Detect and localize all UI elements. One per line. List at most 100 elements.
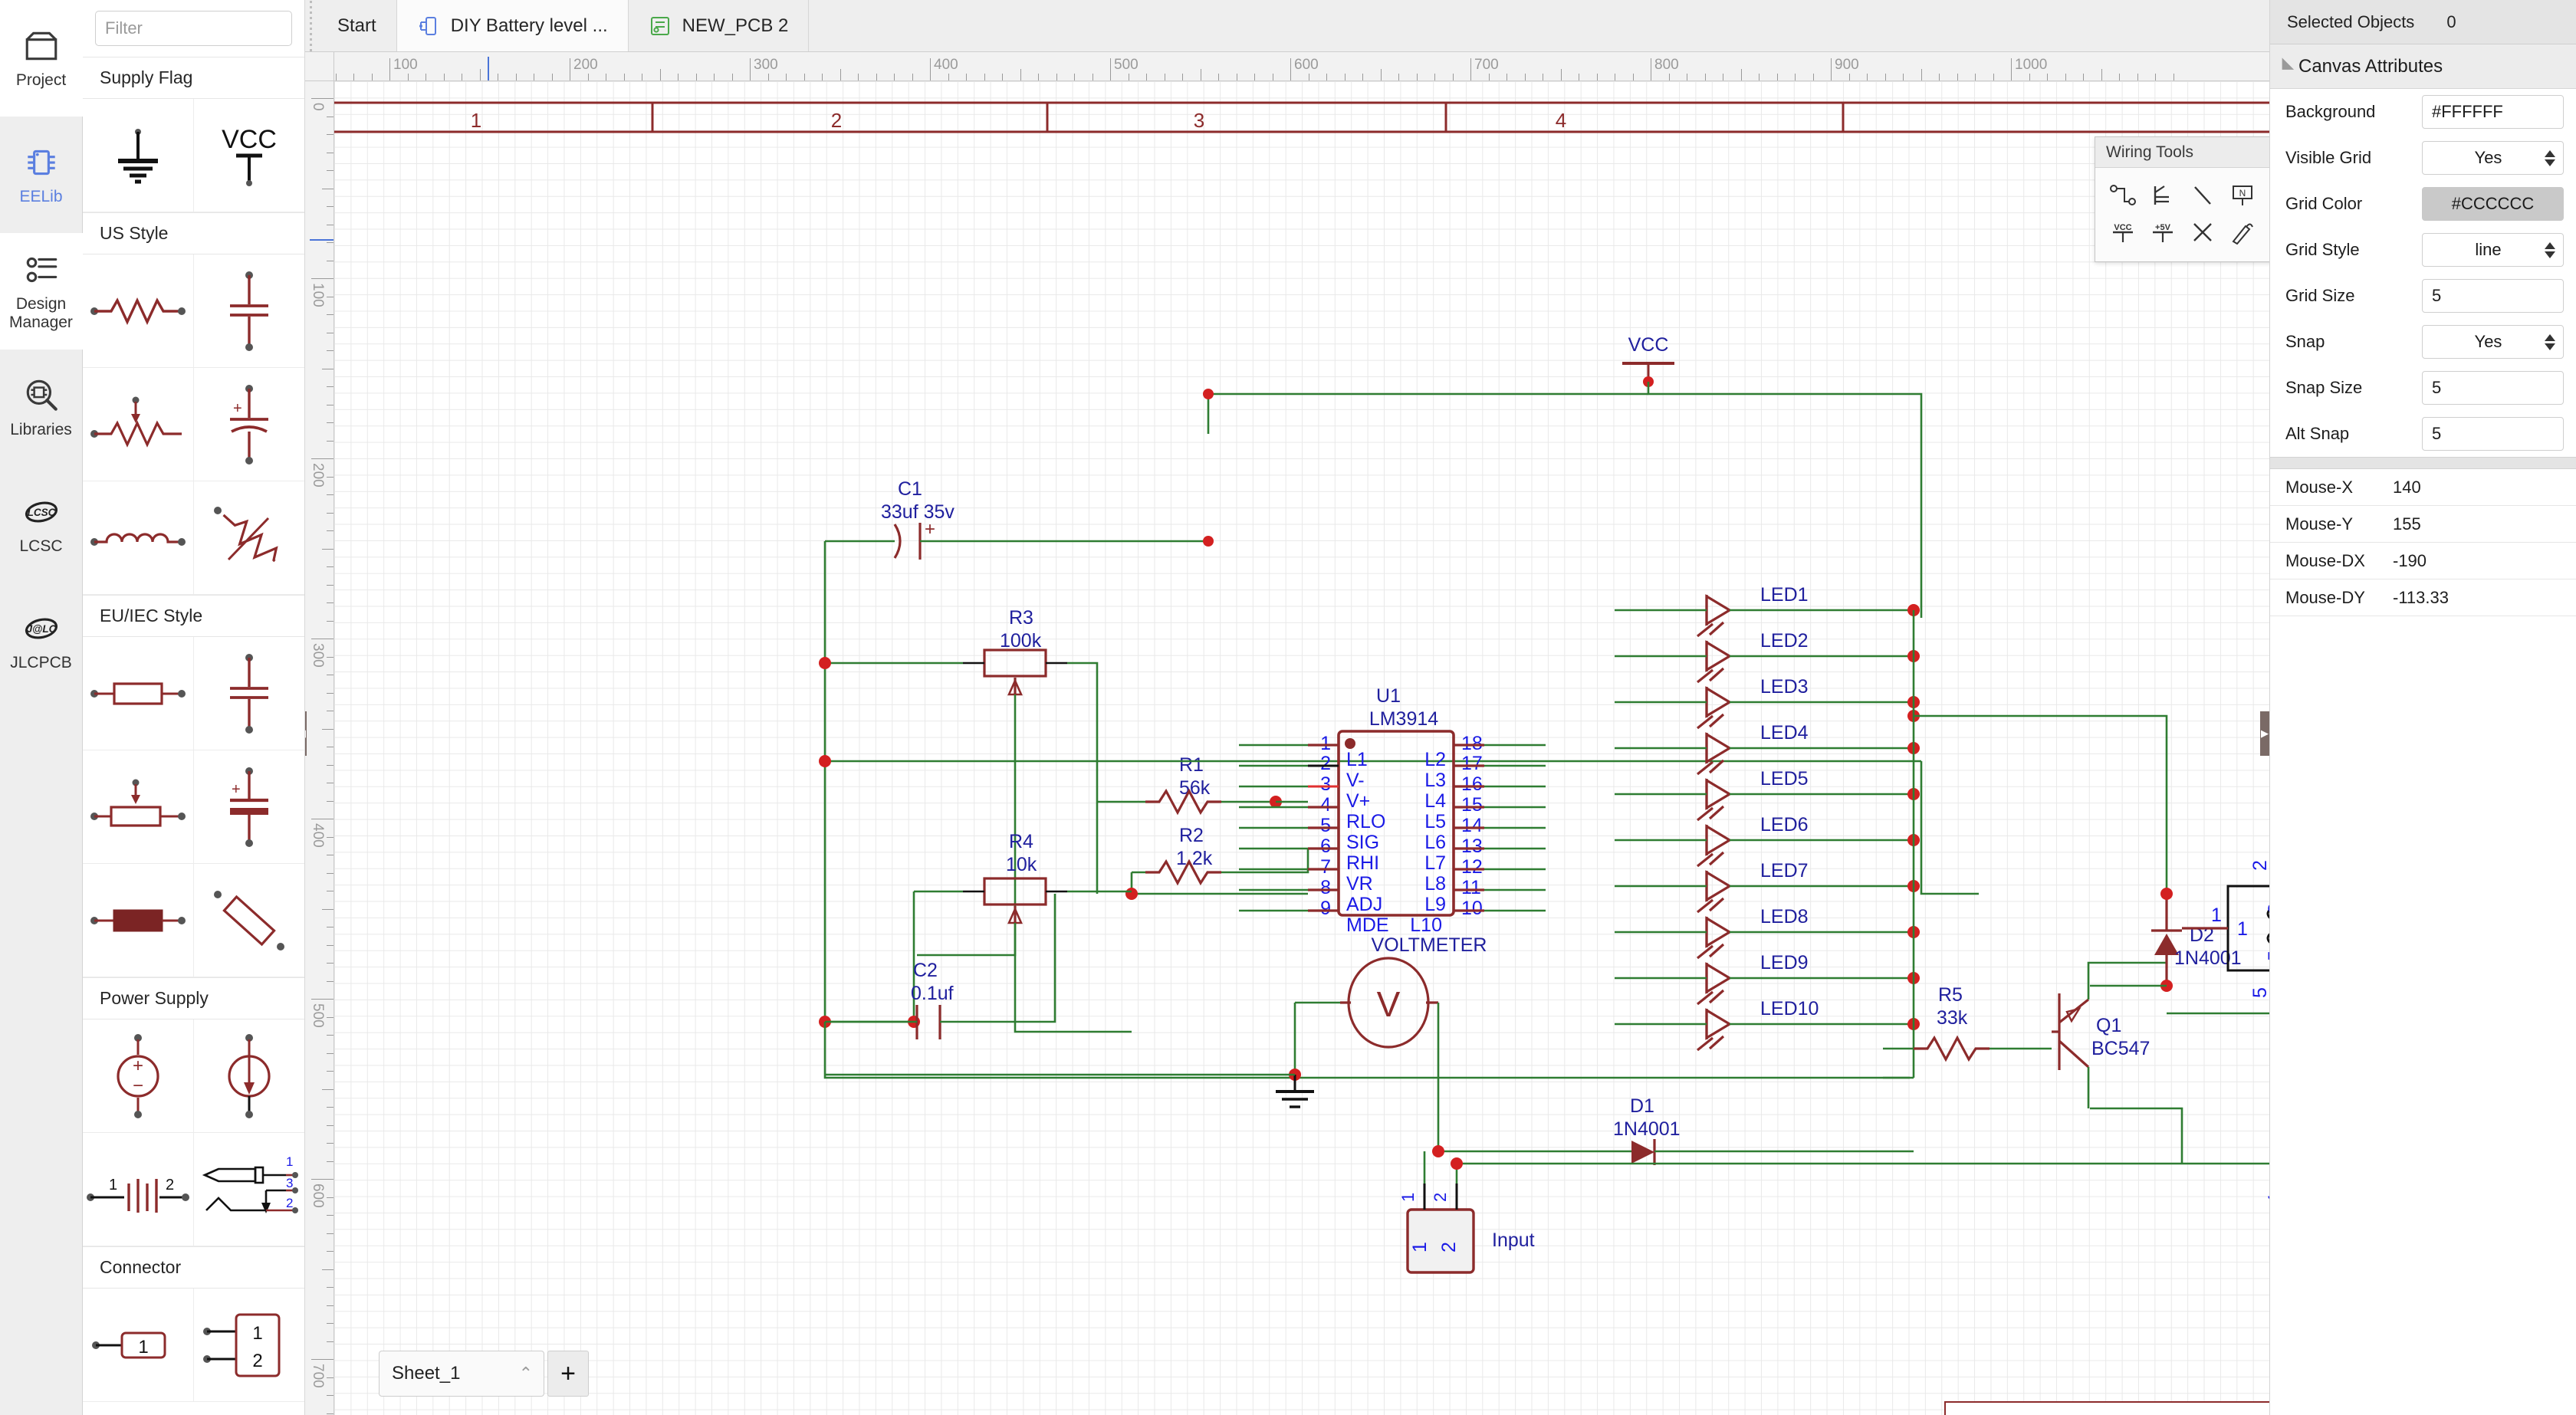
tab-start[interactable]: Start [317,0,397,51]
attr-label: Grid Color [2285,194,2363,213]
chevron-up-icon[interactable]: ⌃ [519,1364,533,1384]
grid-style-select[interactable]: line [2422,233,2564,267]
library-section-header: Power Supply [83,977,304,1019]
bus-tool-button[interactable] [2143,177,2183,214]
bottom-frame-band [1944,1401,2269,1415]
ruler-label: 500 [1114,57,1138,73]
vertical-ruler[interactable]: 0 100 200 300 400 500 600 700 [305,81,334,1415]
sidebar-item-eelib[interactable]: EELib [0,117,83,233]
spinner-icon[interactable] [2545,149,2555,166]
library-item-potentiometer-eu[interactable] [83,750,194,864]
bus-entry-tool-button[interactable] [2183,177,2223,214]
ruler-minor-tick [1488,74,1490,80]
pin-tool-button[interactable]: 1 1 [2262,214,2269,251]
netlabel-tool-button[interactable]: N [2223,177,2262,214]
library-item-varistor-us[interactable] [193,481,304,595]
library-item-potentiometer-us[interactable] [83,368,194,481]
svg-text:VR: VR [1346,873,1373,895]
ruler-minor-tick [327,1377,334,1378]
library-item-resistor-us[interactable] [83,254,194,368]
tab-pcb[interactable]: NEW_PCB 2 [628,0,810,51]
wiring-tools-panel[interactable]: Wiring Tools — [2095,136,2269,262]
library-item-battery-cell[interactable]: 1 2 [83,1133,194,1246]
library-item-thermistor-eu[interactable] [193,864,304,977]
svg-text:+5V: +5V [2155,223,2171,232]
svg-text:11: 11 [1461,877,1481,898]
sidebar-item-design-manager[interactable]: Design Manager [0,233,83,350]
jlc-logo-icon: J@LC [25,618,58,639]
probe-tool-button[interactable] [2223,214,2262,251]
svg-text:V+: V+ [1346,790,1370,812]
vcc-flag-tool-button[interactable]: VCC [2103,214,2143,251]
search-input[interactable] [95,11,292,46]
alt-snap-field[interactable]: 5 [2422,417,2564,451]
grid-size-field[interactable]: 5 [2422,279,2564,313]
horizontal-ruler[interactable]: 100 200 300 400 500 600 700 800 900 1000 [305,52,2269,81]
ground-tool-button[interactable] [2262,177,2269,214]
schematic-sheet[interactable]: .w { stroke:#2f7d32; stroke-width:2.6; f… [334,81,2269,1415]
ruler-minor-tick [327,1215,334,1216]
sheet-selector[interactable]: Sheet_1 ⌃ [379,1351,544,1397]
ruler-minor-tick [1776,74,1778,80]
capacitor-us-icon [229,271,268,351]
library-item-current-source[interactable] [193,1019,304,1133]
library-item-resistor-filled-eu[interactable] [83,864,194,977]
library-item-capacitor-polar-us[interactable]: + [193,368,304,481]
svg-text:LED1: LED1 [1760,584,1809,606]
svg-text:L8: L8 [1424,873,1446,895]
ruler-minor-tick [1524,74,1526,80]
background-color-field[interactable]: #FFFFFF [2422,95,2564,129]
library-item-connector-2pin[interactable]: 1 2 [193,1289,304,1402]
sidebar-item-label: Design Manager [9,295,73,331]
svg-text:LED5: LED5 [1760,768,1809,790]
sidebar-item-jlcpcb[interactable]: J@LC JLCPCB [0,583,83,699]
library-grid-supply-flag: VCC [83,99,304,212]
library-section-header: EU/IEC Style [83,595,304,637]
collapse-triangle-icon[interactable] [2275,57,2295,76]
spinner-icon[interactable] [2545,241,2555,258]
wire-icon [2110,185,2136,205]
snap-size-field[interactable]: 5 [2422,371,2564,405]
library-item-capacitor-us[interactable] [193,254,304,368]
library-item-ground[interactable] [83,99,194,212]
sidebar-item-libraries[interactable]: Libraries [0,350,83,466]
add-sheet-button[interactable]: + [547,1351,589,1397]
selected-objects-row: Selected Objects 0 [2270,0,2576,44]
wiring-tools-header[interactable]: Wiring Tools — [2095,137,2269,168]
svg-text:15: 15 [1461,794,1483,816]
library-item-capacitor-polar-eu[interactable]: + [193,750,304,864]
wire-tool-button[interactable] [2103,177,2143,214]
spinner-icon[interactable] [2545,333,2555,350]
svg-text:2: 2 [252,1351,262,1371]
tab-schematic[interactable]: DIY Battery level ... [396,0,629,51]
library-item-inductor-us[interactable] [83,481,194,595]
ruler-minor-tick [327,620,334,622]
tab-label: DIY Battery level ... [450,15,608,36]
no-connect-tool-button[interactable] [2183,214,2223,251]
svg-text:R5: R5 [1938,984,1963,1006]
svg-text:L5: L5 [1424,811,1446,832]
library-item-resistor-eu[interactable] [83,637,194,750]
snap-select[interactable]: Yes [2422,325,2564,359]
sidebar-item-lcsc[interactable]: LCSC LCSC [0,466,83,583]
canvas-attributes-header[interactable]: Canvas Attributes [2270,44,2576,89]
plus5v-flag-tool-button[interactable]: +5V [2143,214,2183,251]
ruler-minor-tick [327,170,334,171]
ruler-minor-tick [2065,74,2066,80]
library-item-connector-1pin[interactable]: 1 [83,1289,194,1402]
tab-label: NEW_PCB 2 [682,15,789,36]
library-item-capacitor-eu[interactable] [193,637,304,750]
right-panel-collapse-handle[interactable]: ▶ [2260,711,2269,756]
left-panel-collapse-handle[interactable]: ◀ [305,711,307,756]
library-item-transformer-tap[interactable]: 1 3 2 [193,1133,304,1246]
svg-text:+: + [233,400,242,417]
library-item-voltage-source[interactable]: + − [83,1019,194,1133]
visible-grid-select[interactable]: Yes [2422,141,2564,175]
grid-color-field[interactable]: #CCCCCC [2422,187,2564,221]
sidebar-item-label: Libraries [10,421,72,439]
ruler-minor-tick [551,74,553,80]
library-item-vcc[interactable]: VCC [193,99,304,212]
sidebar-item-project[interactable]: Project [0,0,83,117]
tab-strip-grip[interactable] [305,0,317,51]
ruler-minor-tick [767,74,769,80]
